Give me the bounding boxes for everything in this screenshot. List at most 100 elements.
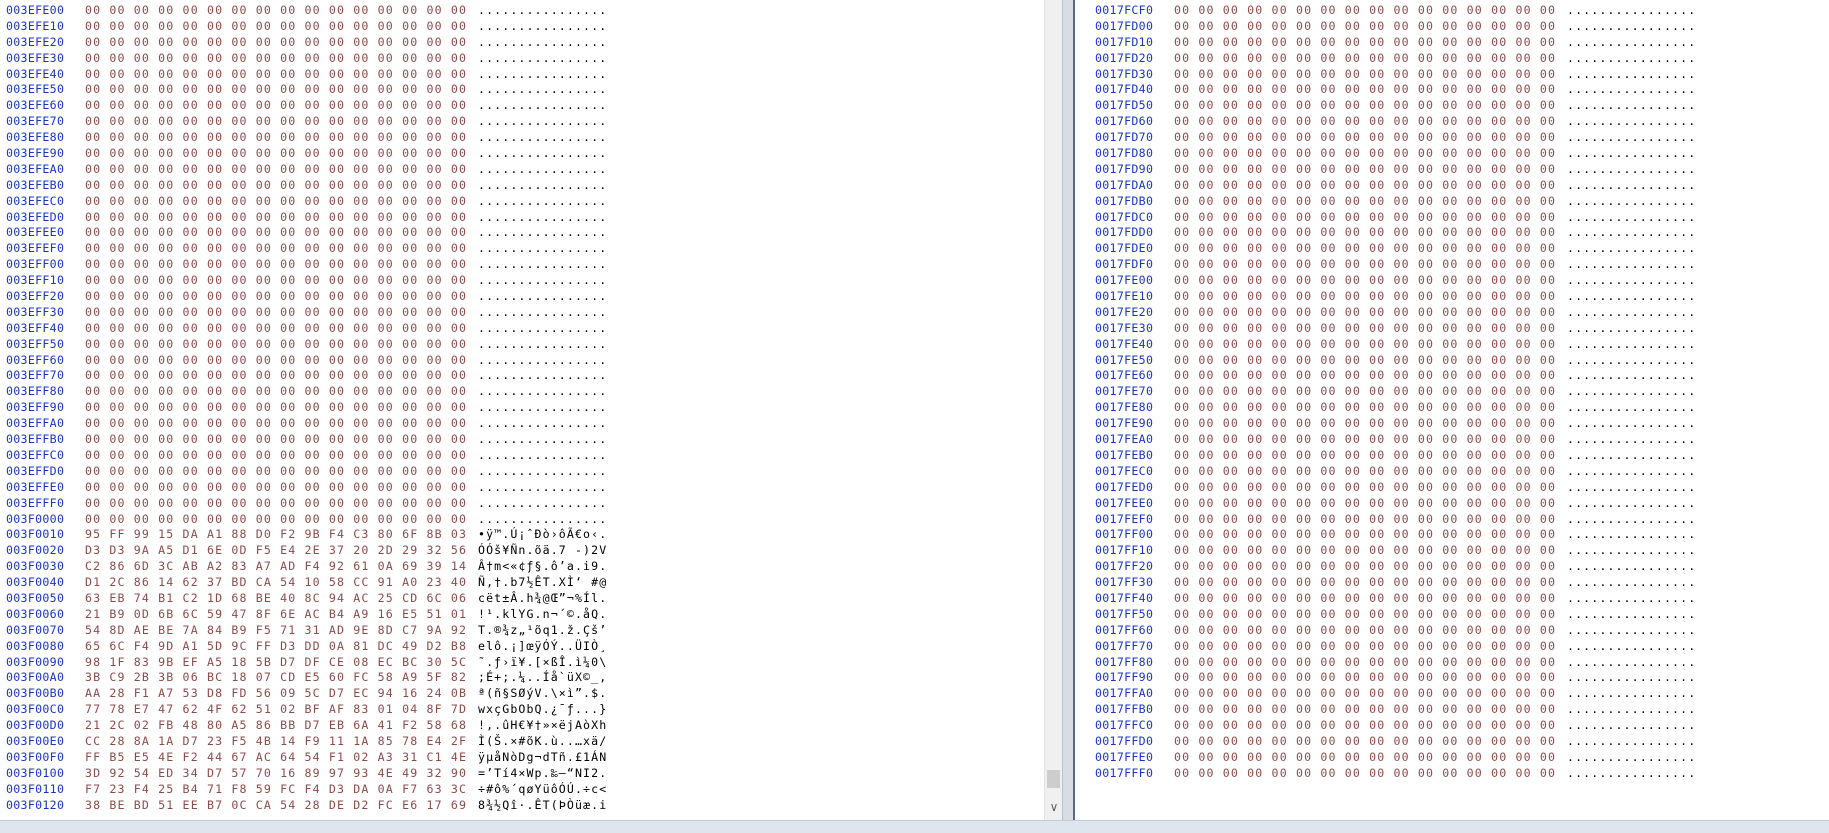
hex-bytes[interactable]: 00 00 00 00 00 00 00 00 00 00 00 00 00 0… xyxy=(85,210,467,226)
hex-bytes[interactable]: 00 00 00 00 00 00 00 00 00 00 00 00 00 0… xyxy=(1174,35,1556,51)
ascii-text[interactable]: ................ xyxy=(1567,686,1696,702)
hex-bytes[interactable]: 00 00 00 00 00 00 00 00 00 00 00 00 00 0… xyxy=(1174,464,1556,480)
ascii-text[interactable]: ................ xyxy=(1567,3,1696,19)
ascii-text[interactable]: ................ xyxy=(478,480,607,496)
ascii-text[interactable]: ................ xyxy=(1567,591,1696,607)
ascii-text[interactable]: ................ xyxy=(1567,559,1696,575)
vertical-scrollbar[interactable]: ∨ xyxy=(1044,0,1063,820)
ascii-text[interactable]: ................ xyxy=(1567,130,1696,146)
hex-bytes[interactable]: 00 00 00 00 00 00 00 00 00 00 00 00 00 0… xyxy=(85,3,467,19)
hex-bytes[interactable]: 00 00 00 00 00 00 00 00 00 00 00 00 00 0… xyxy=(85,51,467,67)
ascii-text[interactable]: ˜.ƒ›ï¥.[×ßÎ.ì¼0\ xyxy=(478,655,607,671)
pane-splitter[interactable] xyxy=(1062,0,1075,833)
ascii-text[interactable]: ................ xyxy=(1567,512,1696,528)
ascii-text[interactable]: ................ xyxy=(1567,623,1696,639)
ascii-text[interactable]: ................ xyxy=(478,305,607,321)
hex-bytes[interactable]: 00 00 00 00 00 00 00 00 00 00 00 00 00 0… xyxy=(1174,543,1556,559)
hex-bytes[interactable]: 00 00 00 00 00 00 00 00 00 00 00 00 00 0… xyxy=(1174,512,1556,528)
hex-bytes[interactable]: 00 00 00 00 00 00 00 00 00 00 00 00 00 0… xyxy=(1174,257,1556,273)
hex-bytes[interactable]: 00 00 00 00 00 00 00 00 00 00 00 00 00 0… xyxy=(85,19,467,35)
hex-bytes[interactable]: FF B5 E5 4E F2 44 67 AC 64 54 F1 02 A3 3… xyxy=(85,750,467,766)
hex-bytes[interactable]: 00 00 00 00 00 00 00 00 00 00 00 00 00 0… xyxy=(1174,607,1556,623)
ascii-text[interactable]: ................ xyxy=(1567,718,1696,734)
hex-bytes[interactable]: 00 00 00 00 00 00 00 00 00 00 00 00 00 0… xyxy=(85,353,467,369)
hex-bytes[interactable]: 00 00 00 00 00 00 00 00 00 00 00 00 00 0… xyxy=(1174,734,1556,750)
ascii-text[interactable]: ................ xyxy=(478,448,607,464)
hex-bytes[interactable]: 00 00 00 00 00 00 00 00 00 00 00 00 00 0… xyxy=(1174,575,1556,591)
ascii-text[interactable]: ÿµåNòDg¬dTñ.£1ÁN xyxy=(478,750,607,766)
hex-bytes[interactable]: 00 00 00 00 00 00 00 00 00 00 00 00 00 0… xyxy=(1174,702,1556,718)
ascii-text[interactable]: ................ xyxy=(1567,67,1696,83)
hex-bytes[interactable]: 00 00 00 00 00 00 00 00 00 00 00 00 00 0… xyxy=(1174,766,1556,782)
ascii-text[interactable]: ................ xyxy=(478,194,607,210)
ascii-text[interactable]: ;É+;.¼..Íå`üX©_‚ xyxy=(478,670,607,686)
ascii-text[interactable]: ................ xyxy=(478,210,607,226)
hex-bytes[interactable]: CC 28 8A 1A D7 23 F5 4B 14 F9 11 1A 85 7… xyxy=(85,734,467,750)
hex-bytes[interactable]: 00 00 00 00 00 00 00 00 00 00 00 00 00 0… xyxy=(85,432,467,448)
hex-bytes[interactable]: 00 00 00 00 00 00 00 00 00 00 00 00 00 0… xyxy=(1174,750,1556,766)
hex-bytes[interactable]: 00 00 00 00 00 00 00 00 00 00 00 00 00 0… xyxy=(85,496,467,512)
hex-bytes[interactable]: 00 00 00 00 00 00 00 00 00 00 00 00 00 0… xyxy=(1174,496,1556,512)
ascii-text[interactable]: ................ xyxy=(478,225,607,241)
hex-bytes[interactable]: 00 00 00 00 00 00 00 00 00 00 00 00 00 0… xyxy=(85,464,467,480)
hex-bytes[interactable]: 00 00 00 00 00 00 00 00 00 00 00 00 00 0… xyxy=(1174,353,1556,369)
ascii-text[interactable]: ................ xyxy=(1567,607,1696,623)
ascii-text[interactable]: ÷#ô%´qøYüôÓÚ.÷c< xyxy=(478,782,607,798)
hex-pane-left[interactable]: 003EFE00 00 00 00 00 00 00 00 00 00 00 00… xyxy=(0,0,1044,820)
ascii-text[interactable]: ................ xyxy=(1567,178,1696,194)
ascii-text[interactable]: ................ xyxy=(1567,670,1696,686)
ascii-text[interactable]: wxçGbObQ.¿¯ƒ...} xyxy=(478,702,607,718)
ascii-text[interactable]: ................ xyxy=(478,416,607,432)
ascii-text[interactable]: ................ xyxy=(1567,241,1696,257)
ascii-text[interactable]: ................ xyxy=(478,3,607,19)
hex-bytes[interactable]: 21 B9 0D 6B 6C 59 47 8F 6E AC B4 A9 16 E… xyxy=(85,607,467,623)
ascii-text[interactable]: ................ xyxy=(1567,257,1696,273)
hex-bytes[interactable]: 00 00 00 00 00 00 00 00 00 00 00 00 00 0… xyxy=(1174,639,1556,655)
ascii-text[interactable]: ................ xyxy=(1567,82,1696,98)
ascii-text[interactable]: ................ xyxy=(1567,98,1696,114)
ascii-text[interactable]: ................ xyxy=(1567,384,1696,400)
ascii-text[interactable]: •ÿ™.Ú¡ˆÐò›ôÃ€o‹. xyxy=(478,527,607,543)
hex-bytes[interactable]: 00 00 00 00 00 00 00 00 00 00 00 00 00 0… xyxy=(1174,162,1556,178)
ascii-text[interactable]: ................ xyxy=(1567,575,1696,591)
ascii-text[interactable]: ................ xyxy=(478,353,607,369)
hex-bytes[interactable]: 00 00 00 00 00 00 00 00 00 00 00 00 00 0… xyxy=(1174,718,1556,734)
ascii-text[interactable]: ................ xyxy=(478,178,607,194)
hex-bytes[interactable]: 00 00 00 00 00 00 00 00 00 00 00 00 00 0… xyxy=(85,512,467,528)
ascii-text[interactable]: ................ xyxy=(1567,337,1696,353)
ascii-text[interactable]: ................ xyxy=(1567,496,1696,512)
ascii-text[interactable]: ................ xyxy=(1567,543,1696,559)
ascii-text[interactable]: ................ xyxy=(1567,734,1696,750)
hex-bytes[interactable]: 00 00 00 00 00 00 00 00 00 00 00 00 00 0… xyxy=(1174,146,1556,162)
hex-bytes[interactable]: 00 00 00 00 00 00 00 00 00 00 00 00 00 0… xyxy=(1174,337,1556,353)
hex-bytes[interactable]: 00 00 00 00 00 00 00 00 00 00 00 00 00 0… xyxy=(1174,19,1556,35)
hex-bytes[interactable]: 00 00 00 00 00 00 00 00 00 00 00 00 00 0… xyxy=(85,321,467,337)
hex-pane-right[interactable]: 0017FCF0 00 00 00 00 00 00 00 00 00 00 00… xyxy=(1075,0,1829,820)
hex-bytes[interactable]: 00 00 00 00 00 00 00 00 00 00 00 00 00 0… xyxy=(1174,178,1556,194)
hex-bytes[interactable]: 00 00 00 00 00 00 00 00 00 00 00 00 00 0… xyxy=(1174,686,1556,702)
hex-bytes[interactable]: 00 00 00 00 00 00 00 00 00 00 00 00 00 0… xyxy=(1174,559,1556,575)
ascii-text[interactable]: ÓÓš¥Ñn.õä.7 -)2V xyxy=(478,543,607,559)
ascii-text[interactable]: ................ xyxy=(1567,750,1696,766)
ascii-text[interactable]: ................ xyxy=(478,82,607,98)
ascii-text[interactable]: ................ xyxy=(478,289,607,305)
hex-bytes[interactable]: 00 00 00 00 00 00 00 00 00 00 00 00 00 0… xyxy=(85,416,467,432)
hex-bytes[interactable]: 00 00 00 00 00 00 00 00 00 00 00 00 00 0… xyxy=(1174,3,1556,19)
ascii-text[interactable]: ................ xyxy=(1567,480,1696,496)
ascii-text[interactable]: 8¾½Qî·.ÊT(ÞÒüæ.i xyxy=(478,798,607,814)
hex-bytes[interactable]: 00 00 00 00 00 00 00 00 00 00 00 00 00 0… xyxy=(1174,51,1556,67)
ascii-text[interactable]: ................ xyxy=(478,512,607,528)
hex-bytes[interactable]: 00 00 00 00 00 00 00 00 00 00 00 00 00 0… xyxy=(85,67,467,83)
hex-bytes[interactable]: 00 00 00 00 00 00 00 00 00 00 00 00 00 0… xyxy=(85,384,467,400)
ascii-text[interactable]: !¹.klYG.n¬´©.åQ. xyxy=(478,607,607,623)
hex-bytes[interactable]: D1 2C 86 14 62 37 BD CA 54 10 58 CC 91 A… xyxy=(85,575,467,591)
ascii-text[interactable]: ................ xyxy=(1567,464,1696,480)
ascii-text[interactable]: ................ xyxy=(478,162,607,178)
ascii-text[interactable]: ................ xyxy=(478,400,607,416)
hex-bytes[interactable]: 00 00 00 00 00 00 00 00 00 00 00 00 00 0… xyxy=(1174,114,1556,130)
hex-bytes[interactable]: 00 00 00 00 00 00 00 00 00 00 00 00 00 0… xyxy=(1174,591,1556,607)
hex-bytes[interactable]: 00 00 00 00 00 00 00 00 00 00 00 00 00 0… xyxy=(1174,98,1556,114)
ascii-text[interactable]: ª(ñ§SØýV.\×ì”.$. xyxy=(478,686,607,702)
hex-bytes[interactable]: 00 00 00 00 00 00 00 00 00 00 00 00 00 0… xyxy=(85,368,467,384)
hex-bytes[interactable]: 00 00 00 00 00 00 00 00 00 00 00 00 00 0… xyxy=(1174,670,1556,686)
